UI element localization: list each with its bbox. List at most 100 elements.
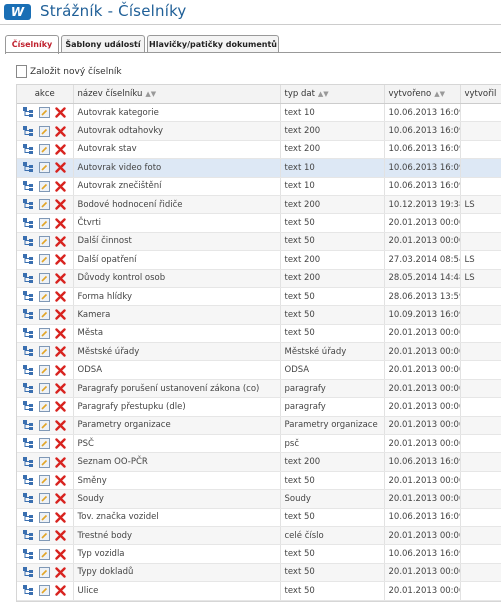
cell-name[interactable]: Bodové hodnocení řidiče	[73, 195, 281, 215]
structure-icon[interactable]	[23, 585, 34, 596]
cell-name[interactable]: Tov. značka vozidel	[73, 508, 281, 527]
table-row[interactable]: Kamera text 50 10.09.2013 16:09	[17, 305, 501, 325]
delete-icon[interactable]	[55, 585, 66, 597]
delete-icon[interactable]	[55, 273, 66, 284]
delete-icon[interactable]	[55, 548, 66, 560]
edit-icon[interactable]	[39, 272, 50, 284]
delete-icon[interactable]	[55, 530, 66, 541]
edit-icon[interactable]	[39, 217, 50, 229]
structure-icon[interactable]	[23, 383, 34, 394]
cell-name[interactable]: Městské úřady	[73, 342, 281, 362]
table-row[interactable]: Čtvrti text 50 20.01.2013 00:00	[17, 213, 501, 233]
table-row[interactable]: Seznam OO-PČR text 200 10.06.2013 16:09	[17, 452, 501, 472]
structure-icon[interactable]	[23, 143, 34, 155]
structure-icon[interactable]	[23, 235, 34, 247]
delete-icon[interactable]	[55, 254, 66, 266]
delete-icon[interactable]	[55, 217, 66, 229]
delete-icon[interactable]	[55, 291, 66, 302]
cell-name[interactable]: Paragrafy přestupku (dle)	[73, 397, 281, 417]
edit-icon[interactable]	[39, 438, 50, 450]
edit-icon[interactable]	[39, 107, 50, 119]
structure-icon[interactable]	[23, 199, 34, 210]
delete-icon[interactable]	[55, 181, 66, 192]
delete-icon[interactable]	[55, 236, 66, 247]
structure-icon[interactable]	[23, 162, 34, 173]
cell-name[interactable]: Paragrafy porušení ustanovení zákona (co…	[73, 379, 281, 399]
table-row[interactable]: Trestné body celé číslo 20.01.2013 00:00	[17, 526, 501, 546]
edit-icon[interactable]	[39, 511, 50, 523]
edit-icon[interactable]	[39, 309, 50, 321]
delete-icon[interactable]	[55, 401, 66, 413]
edit-icon[interactable]	[39, 401, 50, 413]
structure-icon[interactable]	[23, 217, 34, 229]
edit-icon[interactable]	[39, 530, 50, 542]
delete-icon[interactable]	[55, 493, 66, 505]
cell-name[interactable]: Další činnost	[73, 232, 281, 252]
edit-icon[interactable]	[39, 419, 50, 431]
structure-icon[interactable]	[23, 438, 34, 449]
table-row[interactable]: Typy dokladů text 50 20.01.2013 00:00	[17, 563, 501, 583]
cell-name[interactable]: Kamera	[73, 305, 281, 325]
edit-icon[interactable]	[39, 566, 50, 578]
structure-icon[interactable]	[23, 254, 34, 265]
cell-name[interactable]: Autovrak znečištění	[73, 177, 281, 196]
edit-icon[interactable]	[39, 346, 50, 358]
cell-name[interactable]: Typy dokladů	[73, 563, 281, 583]
delete-icon[interactable]	[55, 420, 66, 431]
table-row[interactable]: Města text 50 20.01.2013 00:00	[17, 324, 501, 344]
structure-icon[interactable]	[23, 566, 34, 578]
delete-icon[interactable]	[55, 456, 66, 468]
table-row[interactable]: Směny text 50 20.01.2013 00:00	[17, 471, 501, 491]
table-row[interactable]: ODSA ODSA 20.01.2013 00:00	[17, 360, 501, 380]
table-row[interactable]: Autovrak video foto text 10 10.06.2013 16:…	[17, 158, 501, 178]
edit-icon[interactable]	[39, 456, 50, 468]
cell-name[interactable]: Trestné body	[73, 526, 281, 546]
structure-icon[interactable]	[23, 530, 34, 541]
delete-icon[interactable]	[55, 438, 66, 449]
column-header-nazev[interactable]: název číselníku ▲▼	[73, 85, 281, 104]
column-header-vytvoreno[interactable]: vytvořeno ▲▼	[384, 85, 461, 104]
tab-sablony-udalosti[interactable]: Šablony událostí	[61, 35, 145, 53]
column-header-typ[interactable]: typ dat ▲▼	[280, 85, 385, 104]
cell-name[interactable]: Ulice	[73, 581, 281, 601]
structure-icon[interactable]	[23, 327, 34, 339]
table-row[interactable]: Ulice text 50 20.01.2013 00:00	[17, 581, 501, 601]
structure-icon[interactable]	[23, 401, 34, 412]
table-row[interactable]: Autovrak kategorie text 10 10.06.2013 16:0…	[17, 103, 501, 123]
cell-name[interactable]: Typ vozidla	[73, 544, 281, 564]
cell-name[interactable]: PSČ	[73, 434, 281, 454]
cell-name[interactable]: Směny	[73, 471, 281, 491]
table-row[interactable]: Autovrak znečištění text 10 10.06.2013 16:…	[17, 177, 501, 196]
cell-name[interactable]: Autovrak kategorie	[73, 103, 281, 123]
edit-icon[interactable]	[39, 199, 50, 211]
table-row[interactable]: Důvody kontrol osob text 200 28.05.2014 14…	[17, 269, 501, 288]
table-row[interactable]: Tov. značka vozidel text 50 10.06.2013 16:…	[17, 508, 501, 527]
cell-name[interactable]: ODSA	[73, 360, 281, 380]
edit-icon[interactable]	[39, 235, 50, 247]
cell-name[interactable]: Soudy	[73, 489, 281, 509]
structure-icon[interactable]	[23, 291, 34, 302]
delete-icon[interactable]	[55, 107, 66, 118]
table-row[interactable]: Parametry organizace Parametry organizace…	[17, 416, 501, 436]
edit-icon[interactable]	[39, 383, 50, 395]
cell-name[interactable]: Seznam OO-PČR	[73, 452, 281, 472]
structure-icon[interactable]	[23, 309, 34, 320]
edit-icon[interactable]	[39, 585, 50, 597]
table-row[interactable]: Další opatření text 200 27.03.2014 08:54 LS	[17, 250, 501, 270]
table-row[interactable]: Paragrafy porušení ustanovení zákona (co…	[17, 379, 501, 399]
structure-icon[interactable]	[23, 548, 34, 560]
delete-icon[interactable]	[55, 125, 66, 137]
delete-icon[interactable]	[55, 364, 66, 376]
table-row[interactable]: Bodové hodnocení řidiče text 200 10.12.201…	[17, 195, 501, 215]
new-codelist-link[interactable]: Založit nový číselník	[16, 65, 122, 78]
structure-icon[interactable]	[23, 475, 34, 486]
table-row[interactable]: Forma hlídky text 50 28.06.2013 13:59	[17, 287, 501, 307]
tab-hlavicky-paticky[interactable]: Hlavičky/patičky dokumentů	[147, 35, 279, 53]
table-row[interactable]: Typ vozidla text 50 10.06.2013 16:09	[17, 544, 501, 564]
cell-name[interactable]: Autovrak odtahovky	[73, 121, 281, 141]
cell-name[interactable]: Čtvrti	[73, 213, 281, 233]
table-row[interactable]: Soudy Soudy 20.01.2013 00:00	[17, 489, 501, 509]
delete-icon[interactable]	[55, 383, 66, 394]
delete-icon[interactable]	[55, 162, 66, 174]
delete-icon[interactable]	[55, 144, 66, 155]
